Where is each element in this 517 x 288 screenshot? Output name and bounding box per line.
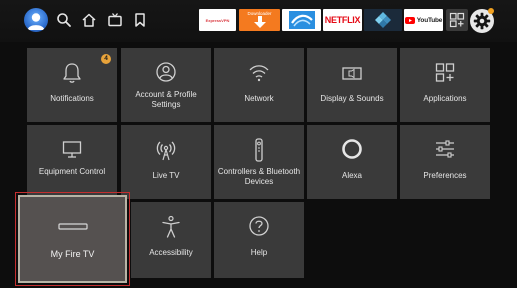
- tile-live-tv-label: Live TV: [152, 171, 180, 180]
- search-icon[interactable]: [56, 12, 72, 28]
- tv-icon: [62, 141, 82, 158]
- tv-icon[interactable]: [107, 12, 123, 28]
- home-icon[interactable]: [81, 12, 97, 28]
- app-expressvpn[interactable]: ExpressVPN: [199, 9, 236, 31]
- tile-alexa[interactable]: Alexa: [307, 125, 397, 199]
- display-icon: [342, 67, 362, 80]
- app-filesync[interactable]: [282, 9, 321, 31]
- apps-icon: [435, 63, 455, 82]
- remote-icon: [255, 138, 263, 162]
- tile-applications[interactable]: Applications: [400, 48, 490, 122]
- tile-live-tv[interactable]: Live TV: [121, 125, 211, 199]
- wifi-icon: [249, 65, 269, 82]
- tile-my-fire-tv-label: My Fire TV: [50, 249, 95, 259]
- tile-network[interactable]: Network: [214, 48, 304, 122]
- user-icon: [156, 62, 176, 82]
- tile-notifications-label: Notifications: [50, 94, 94, 103]
- app-youtube[interactable]: YouTube: [404, 9, 443, 31]
- alexa-icon: [342, 139, 362, 159]
- tile-account-profile-settings[interactable]: Account & Profile Settings: [121, 48, 211, 122]
- bell-icon: [63, 63, 81, 83]
- tile-applications-label: Applications: [423, 94, 467, 103]
- firetv-device-icon: [57, 223, 88, 230]
- accessibility-icon: [162, 215, 180, 238]
- filesync-logo-icon: [288, 11, 315, 29]
- avatar[interactable]: [24, 8, 48, 32]
- grid-icon: [449, 12, 465, 28]
- tile-my-fire-tv[interactable]: My Fire TV: [18, 195, 127, 283]
- app-netflix-label: NETFLIX: [324, 15, 361, 25]
- download-arrow-icon: [253, 16, 266, 28]
- tile-controllers-bluetooth-devices-label: Controllers & Bluetooth Devices: [217, 167, 301, 186]
- help-icon: [249, 216, 269, 236]
- tile-accessibility-label: Accessibility: [149, 248, 193, 257]
- antenna-icon: [156, 141, 176, 161]
- tile-help-label: Help: [250, 248, 268, 257]
- tile-notifications[interactable]: 4 Notifications: [27, 48, 117, 122]
- app-kodi[interactable]: [364, 9, 402, 31]
- tile-alexa-label: Alexa: [341, 171, 362, 180]
- sliders-icon: [436, 140, 454, 158]
- app-netflix[interactable]: NETFLIX: [323, 9, 362, 31]
- gear-icon: [473, 12, 491, 30]
- tile-accessibility[interactable]: Accessibility: [131, 202, 211, 278]
- tile-account-profile-settings-label: Account & Profile Settings: [135, 90, 197, 109]
- bookmark-icon[interactable]: [132, 12, 148, 28]
- youtube-play-icon: [404, 16, 415, 24]
- tile-preferences-label: Preferences: [423, 171, 467, 180]
- tile-controllers-bluetooth-devices[interactable]: Controllers & Bluetooth Devices: [214, 125, 304, 199]
- tile-display-sounds[interactable]: Display & Sounds: [307, 48, 397, 122]
- tile-equipment-control-label: Equipment Control: [38, 167, 106, 176]
- tile-display-sounds-label: Display & Sounds: [320, 94, 384, 103]
- kodi-logo-icon: [375, 12, 391, 28]
- app-youtube-label: YouTube: [416, 16, 443, 24]
- app-downloader[interactable]: Downloader: [239, 9, 280, 31]
- app-expressvpn-label: ExpressVPN: [205, 17, 230, 23]
- top-navigation-bar: ExpressVPN Downloader NETFLIX YouTube: [0, 0, 517, 42]
- all-apps-button[interactable]: [446, 9, 468, 31]
- tile-equipment-control[interactable]: Equipment Control: [27, 125, 117, 199]
- tile-network-label: Network: [244, 94, 274, 103]
- tile-preferences[interactable]: Preferences: [400, 125, 490, 199]
- tile-help[interactable]: Help: [214, 202, 304, 278]
- settings-notification-dot: [488, 8, 494, 14]
